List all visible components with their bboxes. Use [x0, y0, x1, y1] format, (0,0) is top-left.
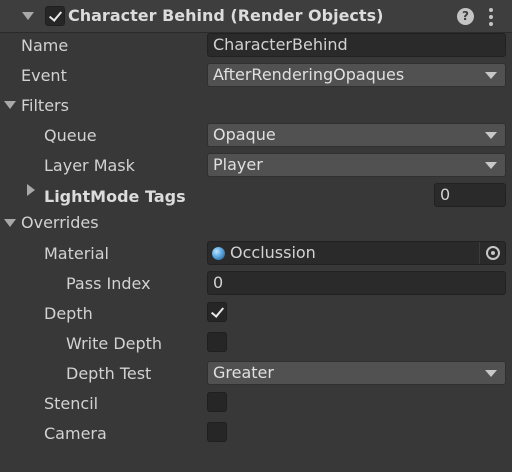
component-header[interactable]: Character Behind (Render Objects) ? [0, 0, 512, 33]
depth-checkbox[interactable] [207, 302, 227, 322]
component-title: Character Behind (Render Objects) [68, 6, 384, 25]
chevron-down-icon [485, 162, 497, 169]
chevron-down-icon [485, 370, 497, 377]
pass-index-label: Pass Index [66, 274, 151, 293]
collapse-arrow-icon[interactable] [22, 12, 34, 20]
queue-value: Opaque [213, 125, 276, 144]
filters-label[interactable]: Filters [21, 96, 69, 115]
material-label: Material [44, 244, 109, 263]
object-picker-icon[interactable] [479, 242, 505, 264]
stencil-checkbox[interactable] [207, 392, 227, 412]
depth-test-dropdown[interactable]: Greater [207, 361, 506, 385]
write-depth-checkbox[interactable] [207, 332, 227, 352]
event-value: AfterRenderingOpaques [213, 65, 405, 84]
help-icon[interactable]: ? [457, 8, 474, 25]
overrides-label[interactable]: Overrides [21, 213, 99, 232]
camera-label: Camera [44, 424, 107, 443]
camera-checkbox[interactable] [207, 422, 227, 442]
queue-dropdown[interactable]: Opaque [207, 123, 506, 147]
event-label: Event [21, 66, 67, 85]
stencil-label: Stencil [44, 394, 99, 413]
depth-test-value: Greater [213, 363, 274, 382]
lightmode-tags-count-input[interactable]: 0 [434, 183, 506, 207]
overrides-fold-icon[interactable] [4, 219, 16, 227]
filters-fold-icon[interactable] [4, 101, 16, 109]
kebab-menu-icon[interactable] [489, 8, 493, 26]
layer-mask-label: Layer Mask [44, 156, 135, 175]
lightmode-tags-label[interactable]: LightMode Tags [44, 187, 186, 206]
depth-label: Depth [44, 304, 93, 323]
material-value: Occlussion [230, 243, 316, 262]
depth-test-label: Depth Test [66, 364, 152, 383]
chevron-down-icon [485, 132, 497, 139]
name-label: Name [21, 36, 69, 55]
material-object-field[interactable]: Occlussion [207, 241, 506, 265]
render-objects-inspector: Character Behind (Render Objects) ? Name… [0, 0, 512, 472]
layer-mask-dropdown[interactable]: Player [207, 153, 506, 177]
chevron-down-icon [485, 72, 497, 79]
layer-mask-value: Player [213, 155, 263, 174]
name-input[interactable]: CharacterBehind [207, 33, 506, 57]
write-depth-label: Write Depth [66, 334, 163, 353]
material-icon [212, 247, 225, 260]
queue-label: Queue [44, 126, 97, 145]
event-dropdown[interactable]: AfterRenderingOpaques [207, 63, 506, 87]
enabled-checkbox[interactable] [45, 6, 65, 26]
lightmode-tags-fold-icon[interactable] [27, 184, 35, 196]
pass-index-input[interactable]: 0 [207, 271, 506, 295]
